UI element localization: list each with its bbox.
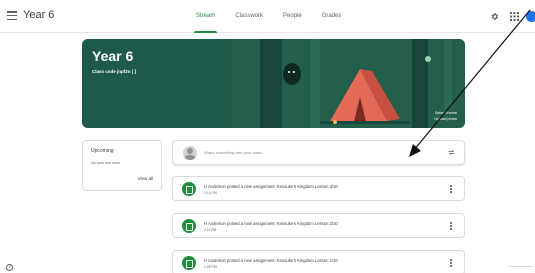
help-icon[interactable]: ? [6,264,13,271]
banner-theme-links: Select theme Upload photo [434,110,457,122]
post-time: 2:14 PM [204,191,217,195]
top-app-bar: Year 6 Stream Classwork People Grades [0,0,535,33]
gear-icon[interactable] [490,12,499,21]
post-text: H Anderson posted a new assignment: Kens… [204,258,338,263]
class-code[interactable]: Class code jnpf2n [ ] [92,69,136,74]
post-time: 2:05 PM [204,265,217,269]
upload-photo-link[interactable]: Upload photo [434,116,457,122]
tab-classwork[interactable]: Classwork [235,0,263,33]
tab-bar: Stream Classwork People Grades [193,0,361,33]
banner-illustration [82,39,465,128]
assignment-icon [182,256,196,270]
user-avatar [183,146,197,160]
repost-icon[interactable] [447,148,456,157]
more-vert-icon[interactable] [450,222,452,231]
stream-post[interactable]: H Anderson posted a new assignment: Kens… [172,250,465,273]
upcoming-title: Upcoming [91,148,114,154]
apps-icon[interactable] [510,12,519,21]
tab-stream[interactable]: Stream [193,0,218,33]
assignment-icon [182,219,196,233]
divider [508,266,533,267]
upcoming-card: Upcoming No work due soon View all [82,140,162,191]
stream-post[interactable]: H Anderson posted a new assignment: Kens… [172,213,465,238]
stream-post[interactable]: H Anderson posted a new assignment: Kens… [172,176,465,201]
menu-icon[interactable] [7,11,17,21]
share-box[interactable]: Share something with your class... [172,140,465,165]
upcoming-empty-text: No work due soon [91,161,120,165]
more-vert-icon[interactable] [450,185,452,194]
assignment-icon [182,182,196,196]
post-text: H Anderson posted a new assignment: Kens… [204,221,338,226]
account-avatar[interactable] [526,11,535,22]
class-banner: Year 6 Class code jnpf2n [ ] Select them… [82,39,465,128]
post-time: 2:11 PM [204,228,217,232]
banner-title: Year 6 [92,48,134,64]
tab-grades[interactable]: Grades [322,0,342,33]
tab-people[interactable]: People [283,0,302,33]
share-input[interactable]: Share something with your class... [204,150,265,155]
more-vert-icon[interactable] [450,259,452,268]
class-title[interactable]: Year 6 [23,9,54,21]
view-all-link[interactable]: View all [138,176,153,181]
post-text: H Anderson posted a new assignment: Kens… [204,184,338,189]
